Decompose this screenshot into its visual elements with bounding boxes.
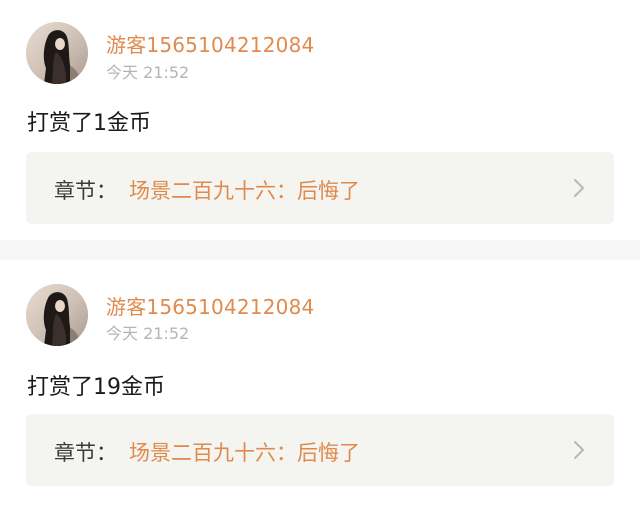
chapter-title: 场景二百九十六：后悔了	[129, 441, 360, 465]
reward-text: 打赏了19金币	[27, 375, 165, 400]
avatar-image	[26, 284, 88, 346]
chevron-right-icon	[574, 441, 584, 459]
chapter-link[interactable]: 章节： 场景二百九十六：后悔了	[26, 152, 614, 224]
timestamp: 今天 21:52	[106, 63, 190, 82]
avatar[interactable]	[26, 284, 88, 346]
chapter-prefix: 章节：	[54, 179, 117, 203]
avatar-image	[26, 22, 88, 84]
reward-text: 打赏了1金币	[27, 111, 151, 136]
chapter-prefix: 章节：	[54, 441, 117, 465]
chevron-right-icon	[574, 179, 584, 197]
avatar[interactable]	[26, 22, 88, 84]
username[interactable]: 游客1565104212084	[106, 29, 314, 58]
timestamp: 今天 21:52	[106, 324, 190, 343]
reward-card: 游客1565104212084 今天 21:52 打赏了1金币 章节： 场景二百…	[0, 0, 640, 240]
chapter-link[interactable]: 章节： 场景二百九十六：后悔了	[26, 414, 614, 486]
card-divider	[0, 240, 640, 260]
username[interactable]: 游客1565104212084	[106, 291, 314, 320]
reward-feed: 游客1565104212084 今天 21:52 打赏了1金币 章节： 场景二百…	[0, 0, 640, 507]
chapter-title: 场景二百九十六：后悔了	[129, 179, 360, 203]
reward-card: 游客1565104212084 今天 21:52 打赏了19金币 章节： 场景二…	[0, 260, 640, 507]
